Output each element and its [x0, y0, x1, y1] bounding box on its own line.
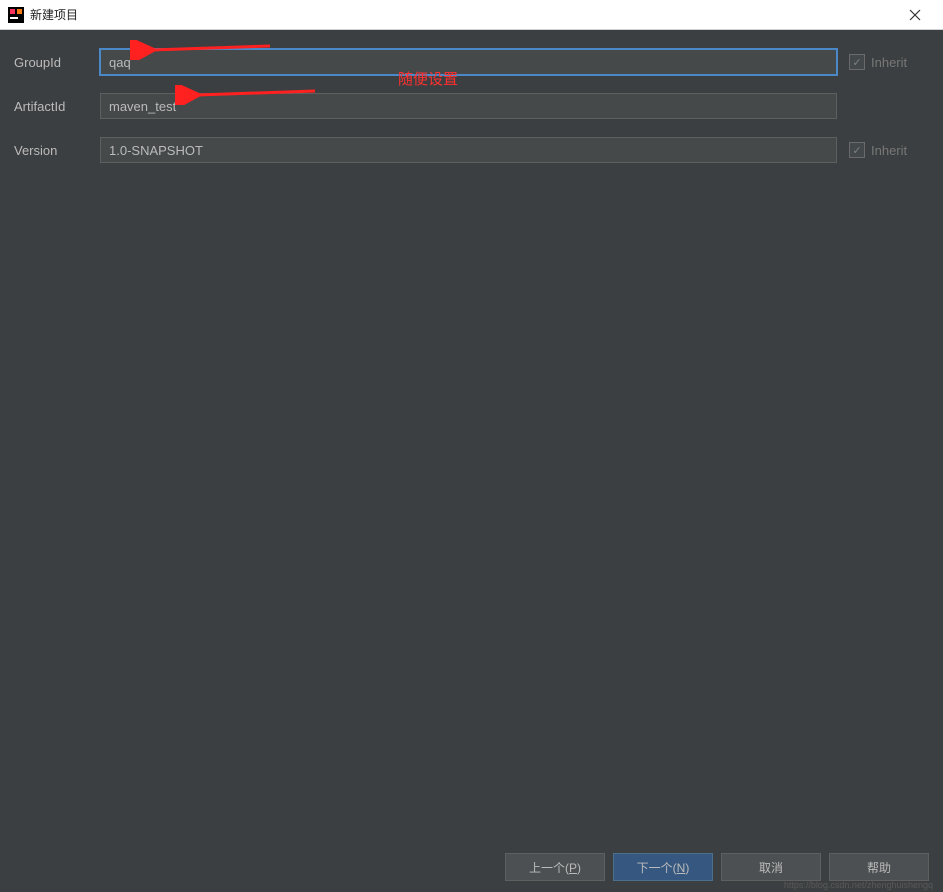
groupid-label: GroupId: [14, 55, 100, 70]
previous-button-label: 上一个(P): [529, 859, 581, 876]
version-label: Version: [14, 143, 100, 158]
groupid-input[interactable]: [100, 49, 837, 75]
dialog-content: GroupId Inherit ArtifactId Version Inher…: [0, 30, 943, 842]
next-button[interactable]: 下一个(N): [613, 853, 713, 881]
titlebar: 新建项目: [0, 0, 943, 30]
groupid-row: GroupId Inherit: [14, 48, 929, 76]
version-inherit-label: Inherit: [871, 143, 907, 158]
close-button[interactable]: [895, 0, 935, 30]
artifactid-label: ArtifactId: [14, 99, 100, 114]
version-row: Version Inherit: [14, 136, 929, 164]
version-inherit-box: Inherit: [849, 142, 929, 158]
help-button[interactable]: 帮助: [829, 853, 929, 881]
cancel-button-label: 取消: [759, 859, 783, 876]
help-button-label: 帮助: [867, 859, 891, 876]
watermark: https://blog.csdn.net/zhenghuishengq: [784, 880, 933, 890]
version-inherit-checkbox[interactable]: [849, 142, 865, 158]
version-input[interactable]: [100, 137, 837, 163]
groupid-inherit-checkbox[interactable]: [849, 54, 865, 70]
window-title: 新建项目: [30, 6, 895, 23]
groupid-inherit-box: Inherit: [849, 54, 929, 70]
next-button-label: 下一个(N): [637, 859, 690, 876]
artifactid-input[interactable]: [100, 93, 837, 119]
groupid-inherit-label: Inherit: [871, 55, 907, 70]
previous-button[interactable]: 上一个(P): [505, 853, 605, 881]
app-icon: [8, 7, 24, 23]
artifactid-row: ArtifactId: [14, 92, 929, 120]
button-bar: 上一个(P) 下一个(N) 取消 帮助 https://blog.csdn.ne…: [0, 842, 943, 892]
cancel-button[interactable]: 取消: [721, 853, 821, 881]
